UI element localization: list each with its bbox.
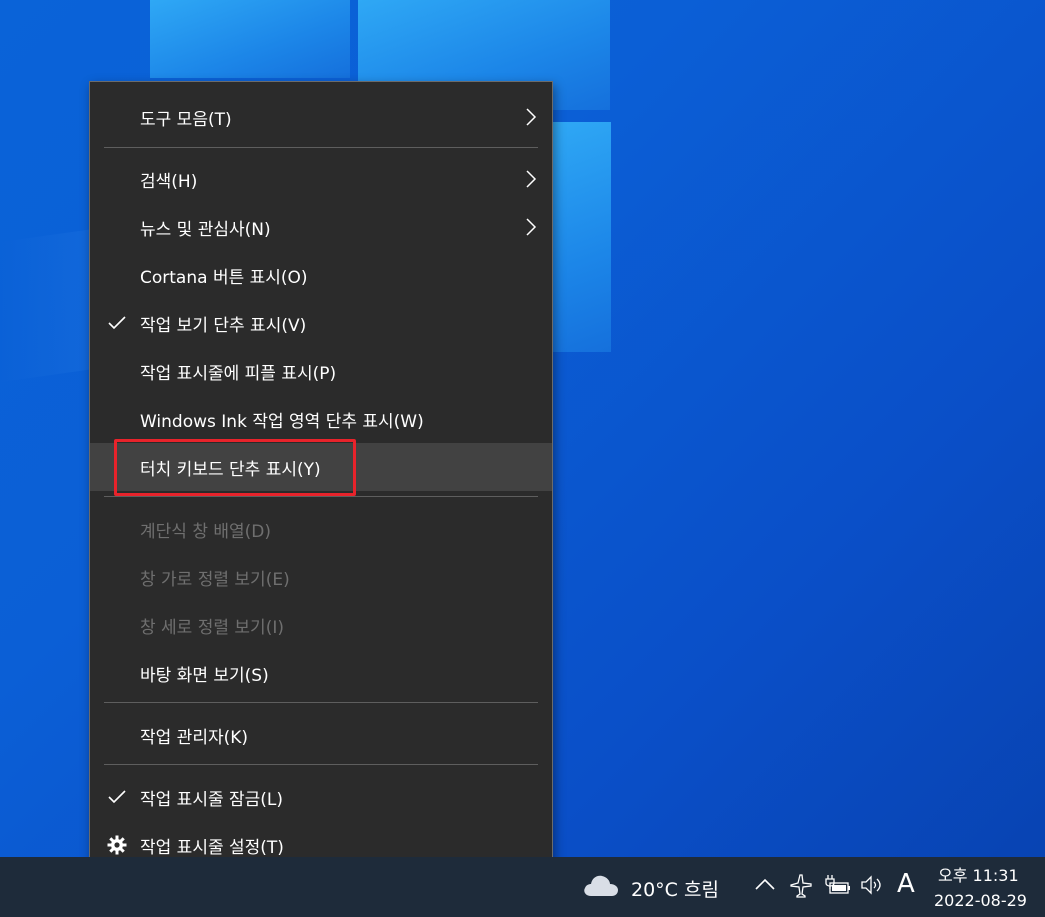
menu-item-cascade-windows: 계단식 창 배열(D): [90, 505, 552, 553]
airplane-mode-icon[interactable]: [788, 872, 814, 902]
checkmark-icon: [106, 312, 128, 334]
menu-separator: [104, 147, 538, 148]
gear-icon: [106, 834, 128, 856]
menu-item-label: Windows Ink 작업 영역 단추 표시(W): [140, 411, 424, 432]
menu-item-label: 바탕 화면 보기(S): [140, 665, 269, 686]
menu-item-label: Cortana 버튼 표시(O): [140, 267, 308, 288]
taskbar: [0, 857, 1045, 917]
chevron-up-icon[interactable]: [754, 876, 776, 896]
menu-item-show-cortana-button[interactable]: Cortana 버튼 표시(O): [90, 251, 552, 299]
menu-item-label: 작업 관리자(K): [140, 727, 249, 748]
menu-item-toolbars[interactable]: 도구 모음(T): [90, 93, 552, 141]
menu-item-label: 계단식 창 배열(D): [140, 521, 272, 542]
menu-item-show-windows-ink-button[interactable]: Windows Ink 작업 영역 단추 표시(W): [90, 395, 552, 443]
menu-item-task-manager[interactable]: 작업 관리자(K): [90, 711, 552, 759]
menu-item-label: 창 세로 정렬 보기(I): [140, 617, 284, 638]
menu-item-lock-taskbar[interactable]: 작업 표시줄 잠금(L): [90, 773, 552, 821]
cloud-icon: [582, 872, 620, 902]
menu-item-label: 창 가로 정렬 보기(E): [140, 569, 290, 590]
clock-time[interactable]: 오후 11:31: [938, 862, 1019, 886]
menu-item-label: 검색(H): [140, 171, 198, 192]
menu-item-label: 작업 표시줄 잠금(L): [140, 789, 284, 810]
chevron-right-icon: [524, 216, 538, 238]
volume-icon[interactable]: [860, 874, 886, 900]
menu-item-label: 작업 보기 단추 표시(V): [140, 315, 307, 336]
menu-item-show-task-view-button[interactable]: 작업 보기 단추 표시(V): [90, 299, 552, 347]
menu-item-search[interactable]: 검색(H): [90, 155, 552, 203]
checkmark-icon: [106, 786, 128, 808]
chevron-right-icon: [524, 106, 538, 128]
annotation-highlight-box: [114, 439, 356, 496]
menu-separator: [104, 702, 538, 703]
wallpaper-logo-pane-top-left: [150, 0, 350, 78]
menu-item-label: 작업 표시줄에 피플 표시(P): [140, 363, 337, 384]
menu-item-label: 뉴스 및 관심사(N): [140, 219, 271, 240]
menu-item-show-desktop[interactable]: 바탕 화면 보기(S): [90, 649, 552, 697]
clock-date[interactable]: 2022-08-29: [934, 891, 1027, 910]
chevron-right-icon: [524, 168, 538, 190]
menu-separator: [104, 764, 538, 765]
menu-item-news-interests[interactable]: 뉴스 및 관심사(N): [90, 203, 552, 251]
menu-separator: [104, 496, 538, 497]
wallpaper-logo-pane-bottom-right: [553, 122, 611, 352]
menu-item-show-people[interactable]: 작업 표시줄에 피플 표시(P): [90, 347, 552, 395]
menu-item-show-windows-side-by-side: 창 세로 정렬 보기(I): [90, 601, 552, 649]
menu-item-label: 작업 표시줄 설정(T): [140, 837, 284, 858]
input-indicator[interactable]: A: [897, 869, 915, 899]
battery-charging-icon[interactable]: [822, 874, 852, 900]
weather-label: 20°C 흐림: [631, 879, 719, 901]
menu-item-label: 도구 모음(T): [140, 109, 232, 130]
menu-item-show-windows-stacked: 창 가로 정렬 보기(E): [90, 553, 552, 601]
